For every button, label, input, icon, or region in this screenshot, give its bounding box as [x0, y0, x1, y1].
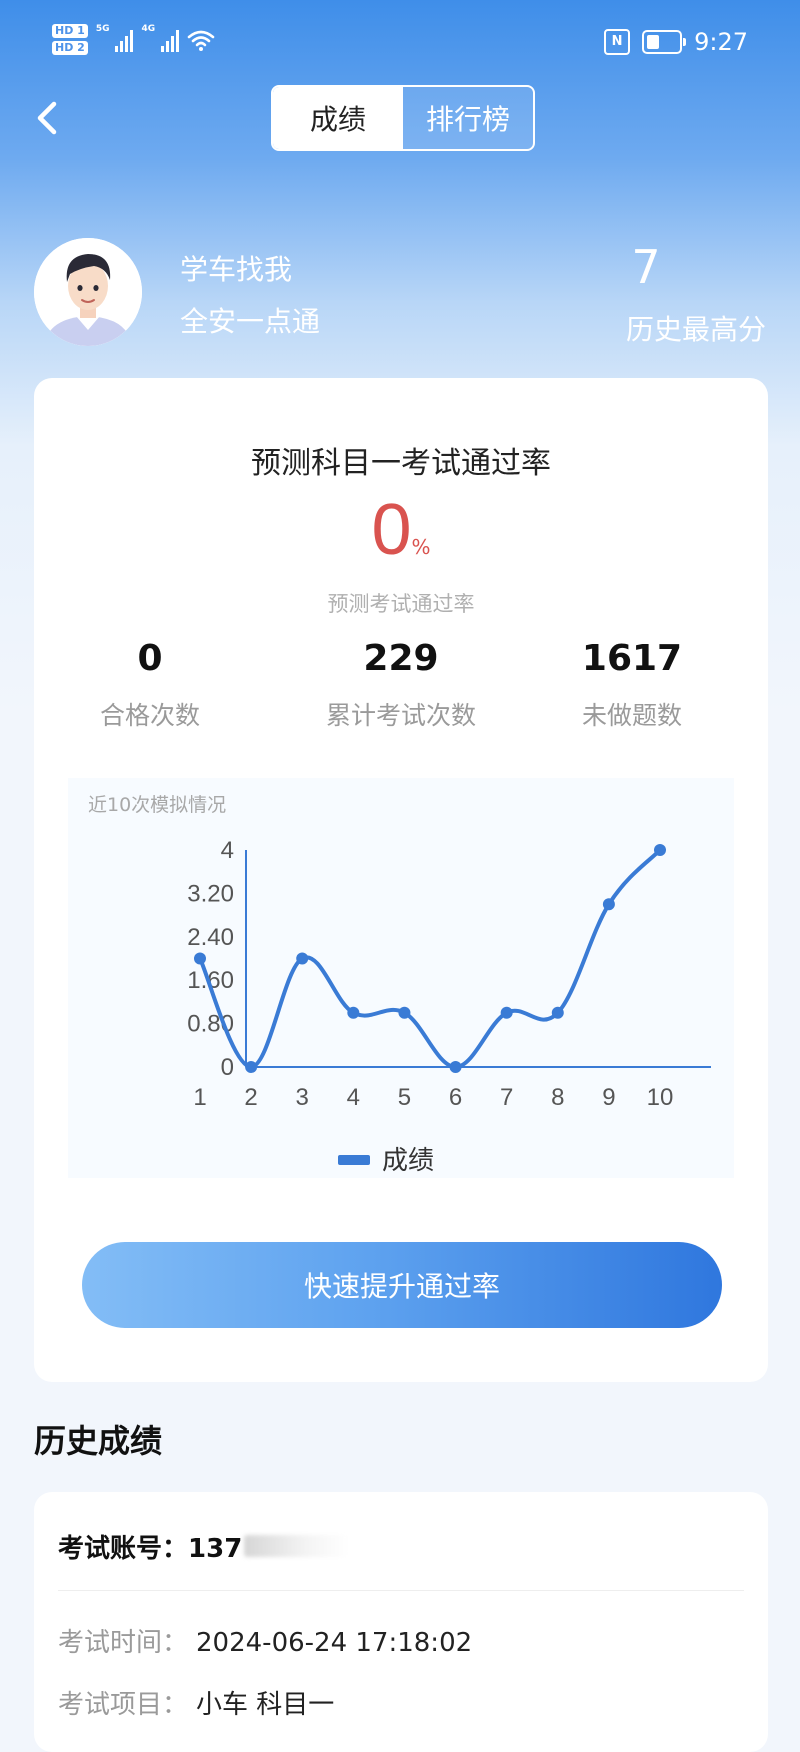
hd-badge-1: HD 1: [52, 24, 88, 38]
card-title: 预测科目一考试通过率: [251, 446, 551, 481]
pass-rate-value: 0: [371, 490, 412, 570]
battery-level: [647, 35, 660, 49]
exam-time-value: 2024-06-24 17:18:02: [196, 1628, 473, 1658]
signal-icon: [161, 28, 180, 52]
wifi-icon: [187, 30, 215, 51]
stat-undone-count: 1617 未做题数: [512, 636, 752, 732]
account-row: 考试账号： 137: [58, 1528, 349, 1565]
stat-value: 229: [363, 638, 439, 679]
stat-exam-count: 229 累计考试次数: [281, 636, 521, 732]
avatar[interactable]: [34, 238, 142, 346]
pass-rate-label: 预测考试通过率: [327, 592, 475, 616]
stat-label: 累计考试次数: [325, 701, 476, 730]
data-point: [347, 1006, 360, 1019]
chart-caption: 近10次模拟情况: [88, 794, 227, 816]
data-point: [245, 1061, 258, 1073]
exam-item-value: 小车 科目一: [196, 1690, 335, 1720]
x-tick-label: 1: [193, 1084, 206, 1111]
y-tick-label: 0: [221, 1054, 234, 1081]
tab-ranking[interactable]: 排行榜: [403, 87, 533, 149]
data-point: [602, 898, 615, 911]
data-point: [654, 844, 666, 856]
redacted-account: [244, 1535, 349, 1557]
exam-item-label: 考试项目：: [58, 1690, 189, 1720]
x-tick-label: 3: [296, 1084, 309, 1111]
history-title: 历史成绩: [34, 1422, 163, 1460]
signal-icon: [115, 28, 134, 52]
exam-time-label: 考试时间：: [58, 1628, 189, 1658]
stat-value: 1617: [581, 638, 683, 679]
tab-score[interactable]: 成绩: [273, 87, 403, 149]
data-point: [449, 1061, 462, 1073]
status-bar: HD 1 HD 2 5G 4G N 9:27: [0, 0, 800, 88]
stat-pass-count: 0 合格次数: [30, 636, 270, 732]
pass-rate: 0%: [34, 494, 768, 566]
y-tick-label: 2.40: [187, 924, 234, 951]
x-tick-label: 10: [647, 1084, 674, 1111]
data-point: [194, 952, 206, 965]
data-point: [398, 1006, 411, 1019]
best-score-label: 历史最高分: [625, 313, 766, 346]
score-line-chart: 00.801.602.403.2041 2 3 4 5 6 7 8 9 10成绩: [187, 837, 711, 1176]
status-time: 9:27: [694, 28, 748, 56]
battery-icon: [642, 30, 687, 54]
account-value: 137: [188, 1534, 243, 1564]
account-label: 考试账号：: [58, 1534, 189, 1564]
y-tick-label: 4: [221, 837, 234, 864]
x-tick-label: 8: [551, 1084, 564, 1111]
x-tick-label: 5: [398, 1084, 411, 1111]
network-5g-label: 5G: [95, 24, 110, 34]
network-4g-label: 4G: [141, 24, 156, 34]
prediction-card: 预测科目一考试通过率 0% 预测考试通过率 0 合格次数 229 累计考试次数 …: [34, 378, 768, 1382]
y-tick-label: 3.20: [187, 880, 234, 907]
data-point: [296, 952, 309, 965]
profile-line1: 学车找我: [180, 253, 293, 286]
data-point: [551, 1006, 564, 1019]
back-arrow-icon[interactable]: [30, 98, 66, 138]
stat-label: 合格次数: [99, 701, 200, 730]
x-tick-label: 6: [449, 1084, 462, 1111]
stat-value: 0: [137, 638, 163, 679]
hd-badge-2: HD 2: [52, 41, 88, 55]
x-tick-label: 4: [347, 1084, 360, 1111]
item-row: 考试项目： 小车 科目一: [58, 1684, 334, 1721]
x-tick-label: 9: [602, 1084, 615, 1111]
nfc-icon: N: [604, 29, 631, 55]
x-tick-label: 7: [500, 1084, 513, 1111]
tab-switcher: 成绩 排行榜: [271, 85, 535, 151]
history-card[interactable]: 考试账号： 137 考试时间： 2024-06-24 17:18:02 考试项目…: [34, 1492, 768, 1752]
time-row: 考试时间： 2024-06-24 17:18:02: [58, 1622, 472, 1659]
avatar-illustration-icon: [34, 238, 142, 346]
pass-rate-unit: %: [411, 535, 431, 559]
profile-line2: 全安一点通: [180, 305, 321, 338]
data-point: [500, 1006, 513, 1019]
legend-swatch: [338, 1155, 370, 1165]
divider: [58, 1590, 744, 1591]
series-line-score: [198, 848, 662, 1069]
legend-label: 成绩: [382, 1146, 434, 1176]
boost-pass-rate-button[interactable]: 快速提升通过率: [82, 1242, 722, 1328]
stat-label: 未做题数: [581, 701, 682, 730]
x-tick-label: 2: [244, 1084, 257, 1111]
best-score-value: 7: [631, 240, 661, 294]
